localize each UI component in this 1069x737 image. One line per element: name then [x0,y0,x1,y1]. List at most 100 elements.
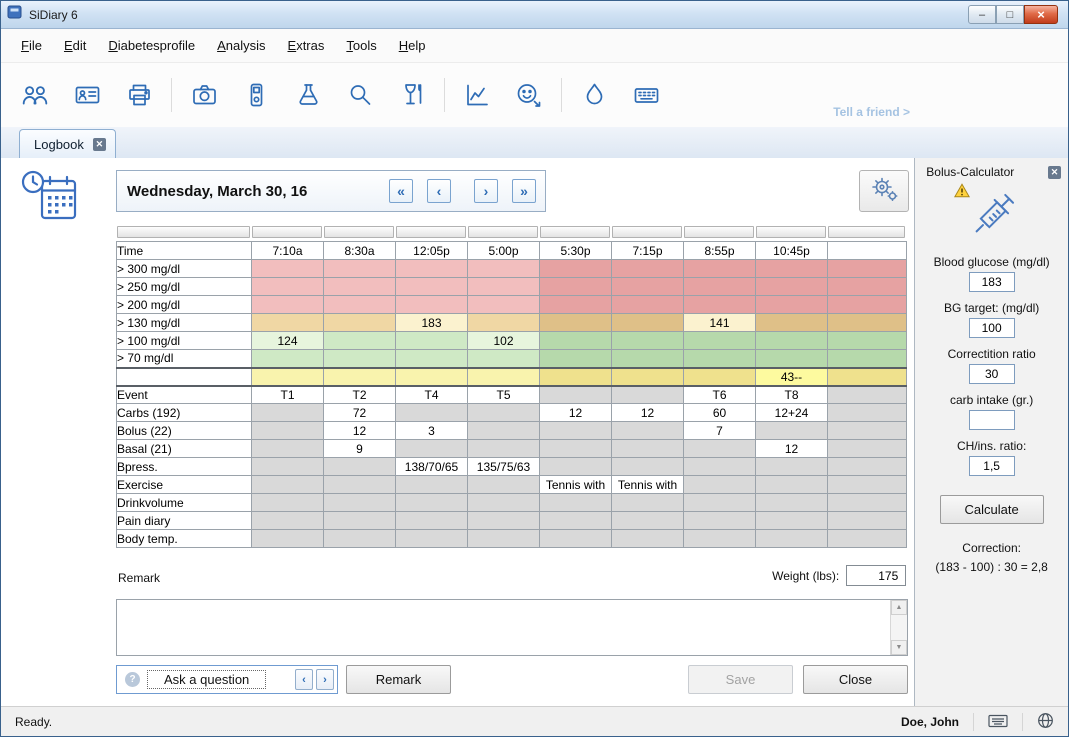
logbook-cell[interactable] [468,278,540,296]
meter-icon[interactable] [234,75,278,115]
logbook-cell[interactable] [828,314,907,332]
logbook-cell[interactable] [828,386,907,404]
logbook-cell[interactable] [324,296,396,314]
logbook-cell[interactable]: 43-- [756,368,828,386]
logbook-cell[interactable] [756,512,828,530]
logbook-cell[interactable] [252,278,324,296]
logbook-cell[interactable]: T8 [756,386,828,404]
logbook-cell[interactable]: 8:55p [684,242,756,260]
logbook-cell[interactable] [684,476,756,494]
logbook-cell[interactable]: 12 [756,440,828,458]
logbook-cell[interactable] [612,458,684,476]
logbook-cell[interactable] [468,260,540,278]
logbook-cell[interactable] [468,422,540,440]
logbook-cell[interactable] [396,296,468,314]
scroll-down-icon[interactable]: ▼ [891,640,907,655]
logbook-cell[interactable] [252,476,324,494]
ask-next-button[interactable]: › [316,669,334,690]
logbook-cell[interactable] [828,350,907,368]
logbook-cell[interactable] [468,440,540,458]
logbook-cell[interactable] [468,494,540,512]
logbook-cell[interactable]: 3 [396,422,468,440]
logbook-cell[interactable] [612,422,684,440]
logbook-cell[interactable] [612,386,684,404]
calculate-button[interactable]: Calculate [940,495,1044,524]
logbook-cell[interactable] [324,368,396,386]
bolus-field-input[interactable] [969,318,1015,338]
logbook-cell[interactable] [540,422,612,440]
ask-a-question-control[interactable]: ? Ask a question ‹ › [116,665,338,694]
logbook-cell[interactable] [252,422,324,440]
logbook-cell[interactable]: 5:30p [540,242,612,260]
logbook-cell[interactable] [252,296,324,314]
logbook-cell[interactable]: 102 [468,332,540,350]
save-button[interactable]: Save [688,665,793,694]
logbook-cell[interactable]: 5:00p [468,242,540,260]
logbook-cell[interactable] [684,278,756,296]
logbook-cell[interactable] [540,458,612,476]
wellbeing-icon[interactable] [507,75,551,115]
logbook-cell[interactable] [828,494,907,512]
logbook-cell[interactable] [828,368,907,386]
logbook-cell[interactable] [828,332,907,350]
menu-item-extras[interactable]: Extras [288,38,325,53]
logbook-cell[interactable] [540,314,612,332]
ask-a-question-label[interactable]: Ask a question [147,670,266,689]
logbook-cell[interactable] [684,458,756,476]
logbook-cell[interactable] [612,314,684,332]
logbook-cell[interactable] [828,422,907,440]
logbook-cell[interactable] [540,260,612,278]
logbook-cell[interactable] [828,260,907,278]
logbook-cell[interactable]: Tennis with [540,476,612,494]
logbook-cell[interactable] [252,512,324,530]
menu-item-diabetesprofile[interactable]: Diabetesprofile [108,38,195,53]
logbook-cell[interactable] [396,530,468,548]
logbook-cell[interactable] [252,458,324,476]
logbook-cell[interactable] [468,368,540,386]
logbook-cell[interactable] [684,530,756,548]
logbook-cell[interactable] [252,260,324,278]
logbook-cell[interactable] [468,404,540,422]
logbook-cell[interactable] [396,278,468,296]
search-icon[interactable] [338,75,382,115]
logbook-cell[interactable] [828,242,907,260]
logbook-cell[interactable] [252,530,324,548]
nutrition-icon[interactable] [390,75,434,115]
logbook-cell[interactable] [684,350,756,368]
logbook-cell[interactable] [828,476,907,494]
logbook-cell[interactable]: T1 [252,386,324,404]
logbook-cell[interactable] [684,296,756,314]
logbook-cell[interactable]: 72 [324,404,396,422]
close-button[interactable]: Close [803,665,908,694]
logbook-cell[interactable] [252,350,324,368]
logbook-cell[interactable] [396,404,468,422]
logbook-cell[interactable] [756,296,828,314]
logbook-cell[interactable] [756,476,828,494]
tab-logbook[interactable]: Logbook ✕ [19,129,116,158]
maximize-button[interactable]: □ [996,5,1024,24]
logbook-cell[interactable] [612,368,684,386]
logbook-cell[interactable]: 135/75/63 [468,458,540,476]
logbook-cell[interactable] [684,440,756,458]
logbook-cell[interactable] [684,332,756,350]
logbook-cell[interactable] [324,332,396,350]
logbook-cell[interactable] [612,512,684,530]
logbook-cell[interactable] [612,530,684,548]
logbook-cell[interactable] [756,530,828,548]
logbook-cell[interactable] [252,440,324,458]
menu-item-help[interactable]: Help [399,38,426,53]
printer-icon[interactable] [117,75,161,115]
logbook-cell[interactable] [540,530,612,548]
logbook-cell[interactable] [540,350,612,368]
logbook-cell[interactable] [324,530,396,548]
logbook-cell[interactable] [540,332,612,350]
logbook-cell[interactable]: 124 [252,332,324,350]
bolus-field-input[interactable] [969,456,1015,476]
logbook-cell[interactable]: T6 [684,386,756,404]
remark-textarea[interactable] [117,600,890,655]
logbook-cell[interactable] [324,260,396,278]
logbook-cell[interactable] [396,512,468,530]
contact-card-icon[interactable] [65,75,109,115]
logbook-settings-button[interactable] [859,170,909,212]
logbook-cell[interactable] [540,440,612,458]
